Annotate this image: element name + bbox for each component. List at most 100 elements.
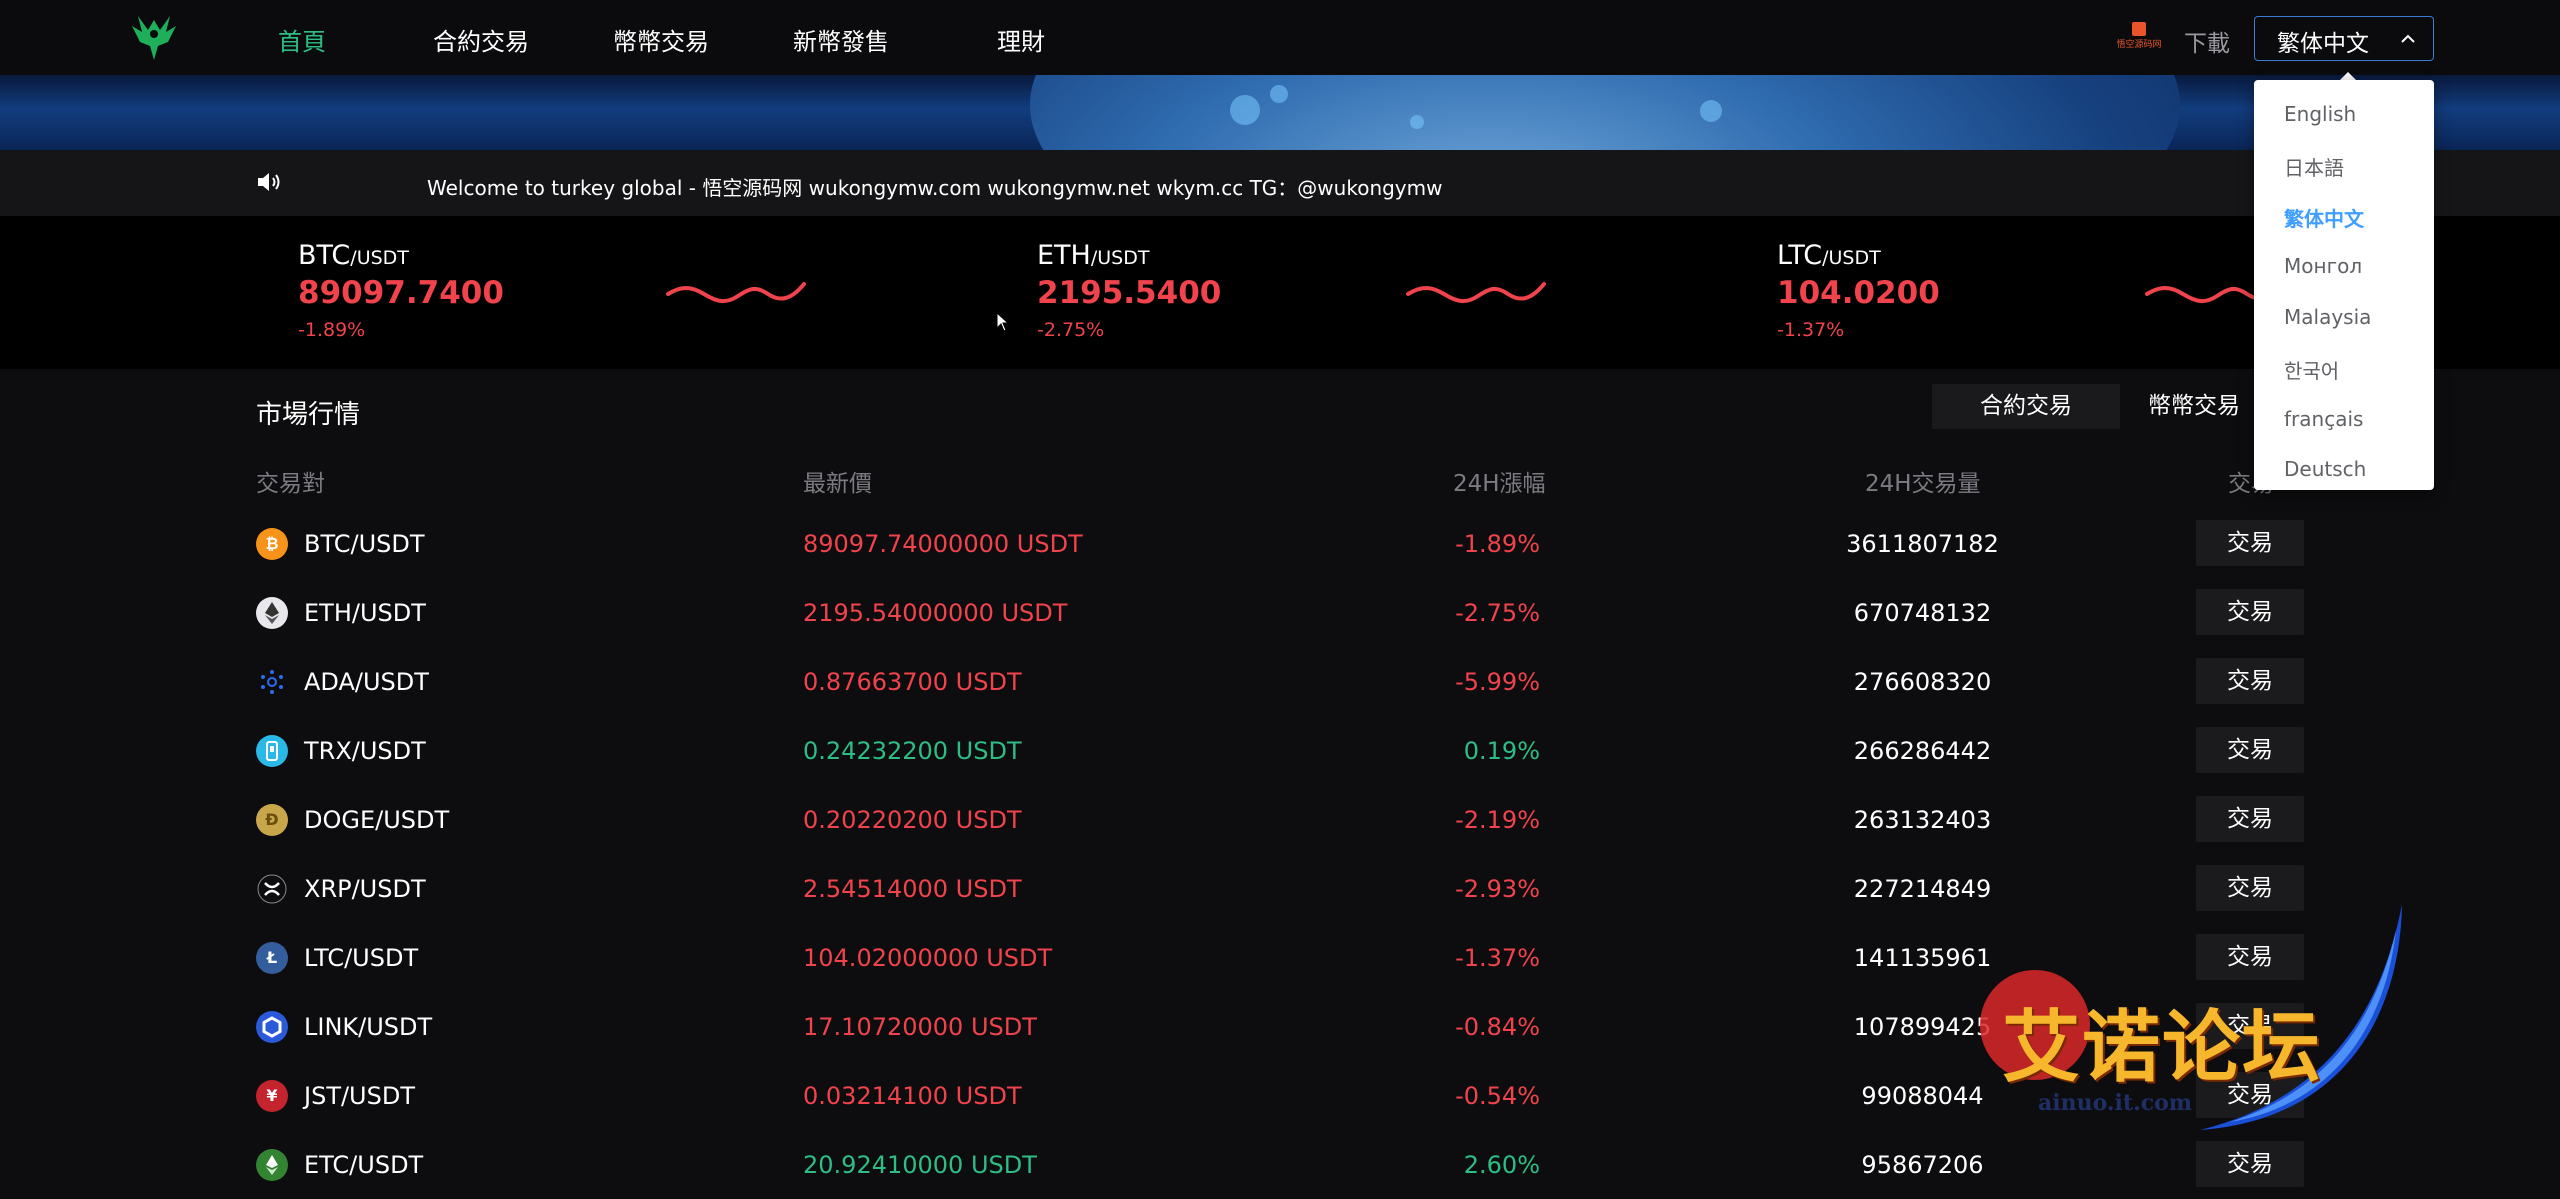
bokeh-light	[1230, 95, 1260, 125]
pair-name[interactable]: JST/USDT	[304, 1082, 415, 1110]
last-price: 0.20220200 USDT	[803, 806, 1022, 834]
pair-name[interactable]: ADA/USDT	[304, 668, 429, 696]
column-header-pair: 交易對	[256, 471, 325, 497]
change-24h: 0.19%	[1463, 737, 1540, 765]
ethereum-classic-icon	[256, 1149, 288, 1181]
last-price: 89097.74000000 USDT	[803, 530, 1083, 558]
tab-contract-market[interactable]: 合約交易	[1932, 384, 2120, 429]
pair-name[interactable]: BTC/USDT	[304, 530, 425, 558]
language-option-mongolian[interactable]: Монгол	[2284, 254, 2362, 278]
litecoin-icon: Ł	[256, 942, 288, 974]
market-title: 市場行情	[256, 400, 361, 430]
top-nav: 首頁 合約交易 幣幣交易 新幣發售 理財 悟空源码网 下載 繁体中文	[0, 0, 2560, 75]
ticker-card-btc[interactable]: BTC/USDT 89097.7400 -1.89%	[298, 240, 504, 341]
nav-new-coin-launch[interactable]: 新幣發售	[793, 22, 889, 57]
last-price: 0.03214100 USDT	[803, 1082, 1022, 1110]
language-select-value: 繁体中文	[2277, 31, 2369, 57]
trade-button[interactable]: 交易	[2196, 727, 2304, 773]
pair-name[interactable]: ETH/USDT	[304, 599, 426, 627]
change-24h: 2.60%	[1463, 1151, 1540, 1179]
volume-24h: 95867206	[1861, 1151, 1984, 1179]
pair-name[interactable]: LINK/USDT	[304, 1013, 432, 1041]
ethereum-icon	[256, 597, 288, 629]
language-select[interactable]: 繁体中文	[2254, 16, 2434, 61]
ticker-pair: BTC/USDT	[298, 240, 409, 271]
partner-logo-text: 悟空源码网	[2116, 40, 2162, 50]
ticker-change: -2.75%	[1037, 319, 1105, 341]
trade-button[interactable]: 交易	[2196, 589, 2304, 635]
change-24h: -0.84%	[1455, 1013, 1540, 1041]
phoenix-logo-icon[interactable]	[130, 12, 178, 62]
last-price: 20.92410000 USDT	[803, 1151, 1037, 1179]
tron-icon	[256, 735, 288, 767]
ticker-change: -1.37%	[1777, 319, 1845, 341]
trade-button[interactable]: 交易	[2196, 658, 2304, 704]
download-link[interactable]: 下載	[2184, 24, 2230, 58]
pair-name[interactable]: DOGE/USDT	[304, 806, 449, 834]
announcement-text[interactable]: Welcome to turkey global - 悟空源码网 wukongy…	[427, 172, 1443, 201]
table-row: TRX/USDT 0.24232200 USDT 0.19% 266286442…	[0, 715, 2560, 784]
language-option-japanese[interactable]: 日本語	[2284, 152, 2344, 181]
last-price: 17.10720000 USDT	[803, 1013, 1037, 1041]
nav-contract-trading[interactable]: 合約交易	[433, 22, 529, 57]
language-option-traditional-chinese[interactable]: 繁体中文	[2284, 203, 2364, 232]
ticker-pair: LTC/USDT	[1777, 240, 1881, 271]
change-24h: -2.93%	[1455, 875, 1540, 903]
pair-name[interactable]: TRX/USDT	[304, 737, 426, 765]
language-option-german[interactable]: Deutsch	[2284, 457, 2366, 481]
chevron-up-icon	[2401, 34, 2415, 43]
language-option-korean[interactable]: 한국어	[2284, 355, 2339, 384]
mouse-cursor-icon	[996, 312, 1010, 332]
xrp-icon	[256, 873, 288, 905]
bitcoin-icon: ₿	[256, 528, 288, 560]
ticker-price: 89097.7400	[298, 275, 504, 311]
nav-finance[interactable]: 理財	[997, 22, 1045, 57]
pair-name[interactable]: XRP/USDT	[304, 875, 426, 903]
watermark-text: 艾诺论坛	[2002, 1003, 2323, 1093]
ticker-card-ltc[interactable]: LTC/USDT 104.0200 -1.37%	[1777, 240, 1940, 341]
ticker-change: -1.89%	[298, 319, 366, 341]
ticker-card-eth[interactable]: ETH/USDT 2195.5400 -2.75%	[1037, 240, 1221, 341]
trade-button[interactable]: 交易	[2196, 796, 2304, 842]
ticker-price: 2195.5400	[1037, 275, 1222, 311]
change-24h: -0.54%	[1455, 1082, 1540, 1110]
tab-spot-market[interactable]: 幣幣交易	[2148, 384, 2258, 429]
last-price: 2195.54000000 USDT	[803, 599, 1068, 627]
table-row: ADA/USDT 0.87663700 USDT -5.99% 27660832…	[0, 646, 2560, 715]
volume-24h: 227214849	[1853, 875, 1992, 903]
speaker-icon	[258, 173, 280, 191]
watermark: 艾诺论坛 ainuo.it.com	[1960, 900, 2450, 1140]
nav-spot-trading[interactable]: 幣幣交易	[613, 22, 709, 57]
nav-home[interactable]: 首頁	[278, 22, 326, 57]
column-header-volume: 24H交易量	[1865, 471, 1981, 497]
partner-badge-icon	[2132, 22, 2146, 36]
last-price: 2.54514000 USDT	[803, 875, 1022, 903]
trade-button[interactable]: 交易	[2196, 520, 2304, 566]
volume-24h: 263132403	[1853, 806, 1992, 834]
hero-banner	[0, 75, 2560, 150]
change-24h: -1.37%	[1455, 944, 1540, 972]
last-price: 104.02000000 USDT	[803, 944, 1053, 972]
language-option-french[interactable]: français	[2284, 407, 2363, 431]
language-option-english[interactable]: English	[2284, 102, 2356, 126]
volume-24h: 266286442	[1853, 737, 1992, 765]
bokeh-light	[1270, 85, 1288, 103]
volume-24h: 670748132	[1853, 599, 1992, 627]
table-row: ₿ BTC/USDT 89097.74000000 USDT -1.89% 36…	[0, 508, 2560, 577]
change-24h: -5.99%	[1455, 668, 1540, 696]
sparkline	[666, 282, 806, 303]
pair-name[interactable]: ETC/USDT	[304, 1151, 423, 1179]
cardano-icon	[256, 666, 288, 698]
pair-name[interactable]: LTC/USDT	[304, 944, 418, 972]
partner-logo[interactable]: 悟空源码网	[2116, 22, 2162, 52]
bokeh-light	[1700, 100, 1722, 122]
bokeh-light	[1410, 115, 1424, 129]
change-24h: -2.75%	[1455, 599, 1540, 627]
sparkline	[1406, 282, 1546, 303]
trade-button[interactable]: 交易	[2196, 1141, 2304, 1187]
column-header-price: 最新價	[803, 471, 872, 497]
change-24h: -1.89%	[1455, 530, 1540, 558]
watermark-url: ainuo.it.com	[2038, 1090, 2193, 1116]
volume-24h: 3611807182	[1846, 530, 1999, 558]
language-option-malay[interactable]: Malaysia	[2284, 305, 2371, 329]
